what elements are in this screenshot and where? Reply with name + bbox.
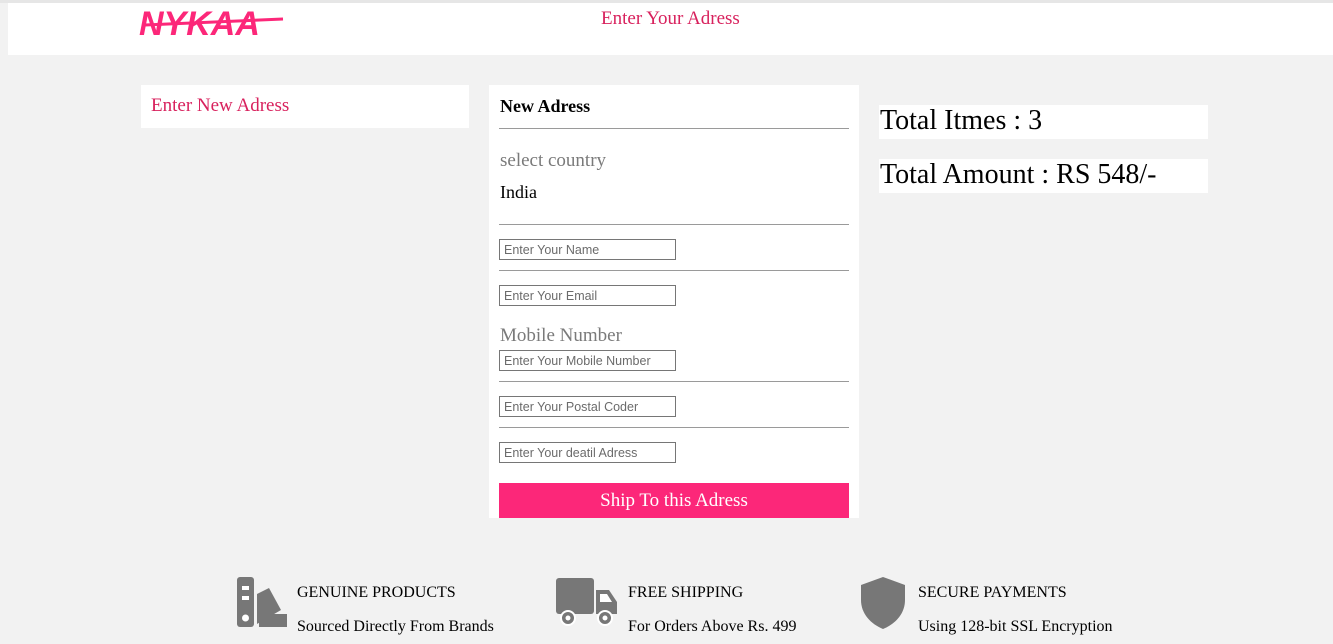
- feature-subtitle: Using 128-bit SSL Encryption: [918, 618, 1113, 635]
- new-address-label[interactable]: Enter New Adress: [151, 95, 289, 117]
- swatch-icon: [237, 577, 287, 627]
- site-header: NYKAA Enter Your Adress: [8, 3, 1333, 55]
- country-select[interactable]: India: [500, 182, 537, 203]
- country-label: select country: [500, 150, 607, 171]
- feature-subtitle: For Orders Above Rs. 499: [628, 618, 797, 635]
- nykaa-logo[interactable]: NYKAA: [135, 5, 285, 39]
- email-input[interactable]: [499, 285, 676, 306]
- form-title: New Adress: [500, 96, 591, 116]
- total-items-box: Total Itmes : 3: [879, 105, 1208, 139]
- mobile-input[interactable]: [499, 350, 676, 371]
- mobile-label: Mobile Number: [500, 325, 622, 346]
- address-form: New Adress select country India Mobile N…: [489, 85, 859, 518]
- name-input[interactable]: [499, 239, 676, 260]
- divider: [499, 128, 849, 129]
- shield-icon: [861, 577, 905, 629]
- total-amount: Total Amount : RS 548/-: [880, 159, 1157, 190]
- feature-title: FREE SHIPPING: [628, 584, 744, 601]
- address-input[interactable]: [499, 442, 676, 463]
- truck-icon: [556, 578, 617, 626]
- postal-code-input[interactable]: [499, 396, 676, 417]
- feature-title: SECURE PAYMENTS: [918, 584, 1067, 601]
- total-items: Total Itmes : 3: [880, 105, 1043, 136]
- ship-to-address-button[interactable]: Ship To this Adress: [499, 483, 849, 518]
- feature-subtitle: Sourced Directly From Brands: [297, 618, 494, 635]
- page-title: Enter Your Adress: [601, 8, 740, 29]
- divider: [499, 381, 849, 382]
- divider: [499, 427, 849, 428]
- feature-shipping: FREE SHIPPING For Orders Above Rs. 499: [555, 576, 815, 636]
- new-address-card[interactable]: Enter New Adress: [141, 85, 469, 128]
- divider: [499, 224, 849, 225]
- feature-secure: SECURE PAYMENTS Using 128-bit SSL Encryp…: [859, 576, 1129, 636]
- total-amount-box: Total Amount : RS 548/-: [879, 159, 1208, 193]
- divider: [499, 270, 849, 271]
- feature-genuine: GENUINE PRODUCTS Sourced Directly From B…: [236, 576, 516, 636]
- feature-title: GENUINE PRODUCTS: [297, 584, 456, 601]
